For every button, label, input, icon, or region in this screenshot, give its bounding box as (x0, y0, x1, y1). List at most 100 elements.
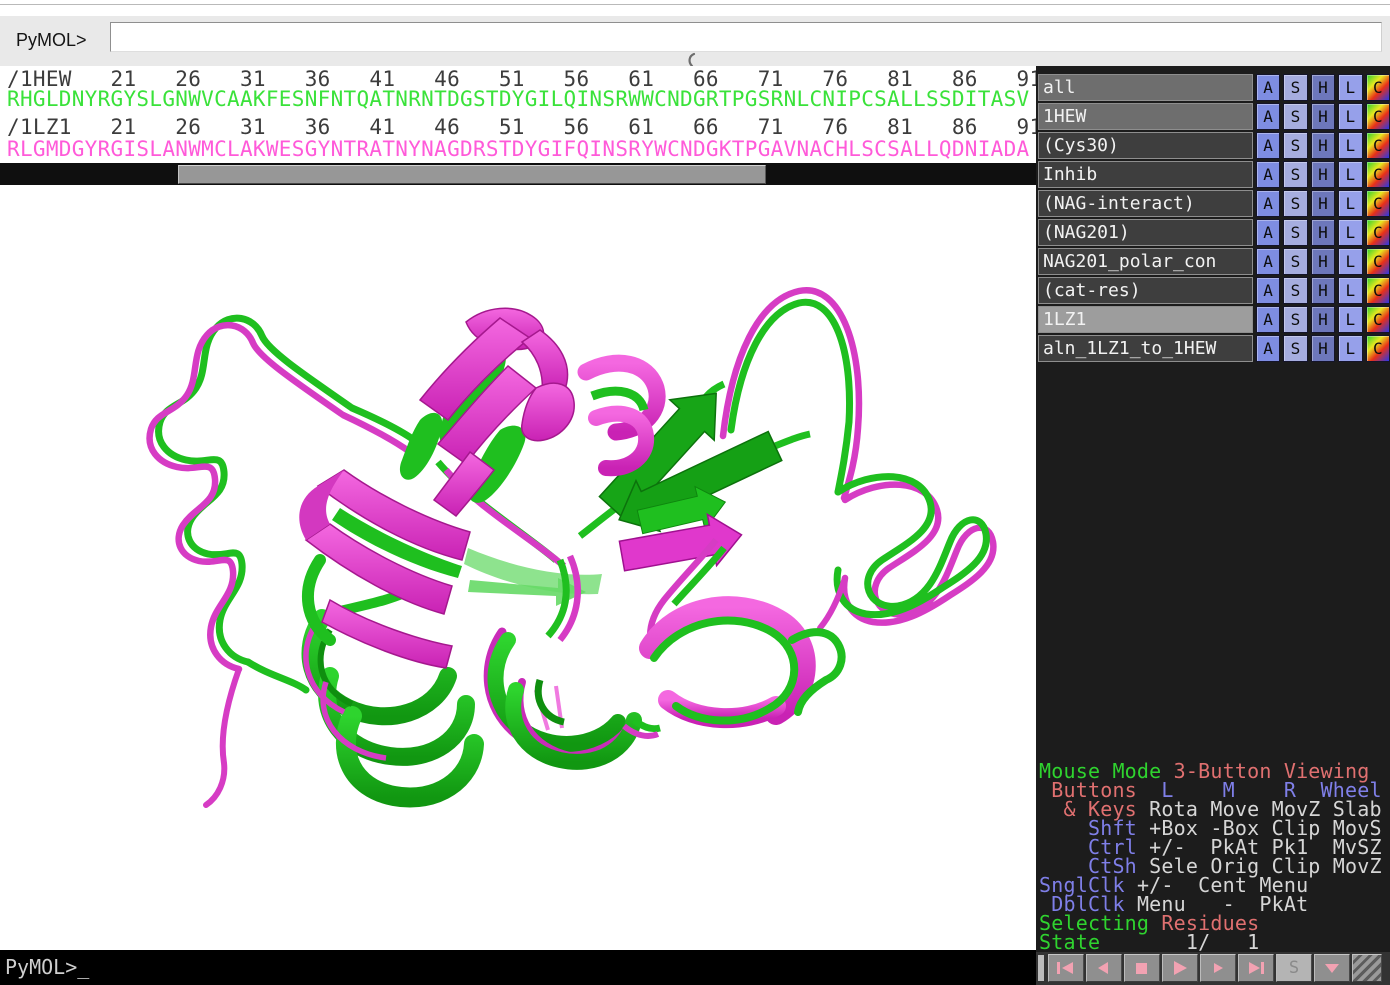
c-menu-button[interactable]: C (1366, 335, 1390, 362)
s-menu-button[interactable]: S (1283, 103, 1307, 130)
a-menu-button[interactable]: A (1256, 103, 1280, 130)
object-name[interactable]: (NAG201) (1038, 219, 1253, 246)
c-menu-button[interactable]: C (1366, 190, 1390, 217)
end-button[interactable] (1238, 954, 1274, 982)
object-name[interactable]: all (1038, 74, 1253, 101)
c-menu-button[interactable]: C (1366, 277, 1390, 304)
sequence-1HEW[interactable]: RHGLDNYRGYSLGNWVCAAKFESNFNTQATNRNTDGSTDY… (7, 89, 1030, 109)
object-name[interactable]: (NAG-interact) (1038, 190, 1253, 217)
h-menu-button[interactable]: H (1311, 161, 1335, 188)
sequence-1LZ1[interactable]: RLGMDGYRGISLANWMCLAKWESGYNTRATNYNAGDRSTD… (7, 139, 1030, 159)
window-top-strip (0, 0, 1390, 16)
s-menu-button[interactable]: S (1283, 219, 1307, 246)
a-menu-button[interactable]: A (1256, 277, 1280, 304)
l-menu-button[interactable]: L (1338, 335, 1362, 362)
a-menu-button[interactable]: A (1256, 335, 1280, 362)
help-line: State 1/ 1 (1039, 933, 1389, 952)
mouse-mode-help: Mouse Mode 3-Button Viewing Buttons L M … (1039, 762, 1389, 952)
a-menu-button[interactable]: A (1256, 190, 1280, 217)
object-name[interactable]: NAG201_polar_con (1038, 248, 1253, 275)
pymol-prompt-label: PyMOL> (16, 30, 87, 51)
h-menu-button[interactable]: H (1311, 248, 1335, 275)
sequence-scrollbar-thumb[interactable] (178, 165, 766, 184)
object-row-1hew: 1HEWASHLC (1036, 102, 1390, 131)
c-menu-button[interactable]: C (1366, 161, 1390, 188)
a-menu-button[interactable]: A (1256, 74, 1280, 101)
playback-buttons: S (1048, 954, 1384, 982)
a-menu-button[interactable]: A (1256, 248, 1280, 275)
forward-button[interactable] (1200, 954, 1236, 982)
c-menu-button[interactable]: C (1366, 132, 1390, 159)
playback-bar: S (1036, 952, 1390, 985)
s-menu-button[interactable]: S (1283, 277, 1307, 304)
protein-cartoon-overlay (0, 66, 1036, 950)
object-row--cat-res-: (cat-res)ASHLC (1036, 276, 1390, 305)
console-prompt: PyMOL>_ (5, 950, 89, 985)
object-row-1lz1: 1LZ1ASHLC (1036, 305, 1390, 334)
object-row-all: allASHLC (1036, 73, 1390, 102)
object-panel: allASHLC1HEWASHLC(Cys30)ASHLCInhibASHLC(… (1036, 66, 1390, 985)
s-menu-button[interactable]: S (1283, 132, 1307, 159)
s-menu-button[interactable]: S (1283, 161, 1307, 188)
c-menu-button[interactable]: C (1366, 74, 1390, 101)
back-button[interactable] (1086, 954, 1122, 982)
s-menu-button[interactable]: S (1283, 248, 1307, 275)
s-menu-button[interactable]: S (1283, 190, 1307, 217)
object-row--nag201-: (NAG201)ASHLC (1036, 218, 1390, 247)
l-menu-button[interactable]: L (1338, 103, 1362, 130)
h-menu-button[interactable]: H (1311, 132, 1335, 159)
object-name[interactable]: Inhib (1038, 161, 1253, 188)
rewind-button[interactable] (1048, 954, 1084, 982)
object-row-aln-1lz1-to-1hew: aln_1LZ1_to_1HEWASHLC (1036, 334, 1390, 363)
l-menu-button[interactable]: L (1338, 161, 1362, 188)
object-row-inhib: InhibASHLC (1036, 160, 1390, 189)
s-menu-button[interactable]: S (1283, 335, 1307, 362)
object-name[interactable]: (Cys30) (1038, 132, 1253, 159)
object-name[interactable]: 1HEW (1038, 103, 1253, 130)
sequence-ruler-1HEW: /1HEW 21 26 31 36 41 46 51 56 61 66 71 7… (7, 69, 1042, 89)
object-row-nag201-polar-con: NAG201_polar_conASHLC (1036, 247, 1390, 276)
h-menu-button[interactable]: H (1311, 277, 1335, 304)
command-input[interactable] (110, 22, 1382, 52)
l-menu-button[interactable]: L (1338, 132, 1362, 159)
divider (0, 4, 1390, 5)
l-menu-button[interactable]: L (1338, 248, 1362, 275)
object-list: allASHLC1HEWASHLC(Cys30)ASHLCInhibASHLC(… (1036, 73, 1390, 363)
a-menu-button[interactable]: A (1256, 219, 1280, 246)
l-menu-button[interactable]: L (1338, 306, 1362, 333)
menu-button[interactable] (1314, 954, 1350, 982)
c-menu-button[interactable]: C (1366, 248, 1390, 275)
a-menu-button[interactable]: A (1256, 132, 1280, 159)
l-menu-button[interactable]: L (1338, 190, 1362, 217)
console-bar: PyMOL>_ (0, 950, 1036, 985)
a-menu-button[interactable]: A (1256, 306, 1280, 333)
playback-drag-tab[interactable] (1038, 955, 1044, 981)
object-row--cys30-: (Cys30)ASHLC (1036, 131, 1390, 160)
h-menu-button[interactable]: H (1311, 219, 1335, 246)
c-menu-button[interactable]: C (1366, 306, 1390, 333)
object-name[interactable]: (cat-res) (1038, 277, 1253, 304)
c-menu-button[interactable]: C (1366, 103, 1390, 130)
s-menu-button[interactable]: S (1283, 306, 1307, 333)
sequence-ruler-1LZ1: /1LZ1 21 26 31 36 41 46 51 56 61 66 71 7… (7, 117, 1042, 137)
l-menu-button[interactable]: L (1338, 74, 1362, 101)
s-menu-button[interactable]: S (1283, 74, 1307, 101)
object-name[interactable]: 1LZ1 (1038, 306, 1253, 333)
sequence-scrollbar[interactable] (0, 163, 1036, 185)
viewport-3d[interactable]: /1HEW 21 26 31 36 41 46 51 56 61 66 71 7… (0, 66, 1036, 950)
h-menu-button[interactable]: H (1311, 335, 1335, 362)
h-menu-button[interactable]: H (1311, 306, 1335, 333)
a-menu-button[interactable]: A (1256, 161, 1280, 188)
h-menu-button[interactable]: H (1311, 190, 1335, 217)
c-menu-button[interactable]: C (1366, 219, 1390, 246)
l-menu-button[interactable]: L (1338, 277, 1362, 304)
l-menu-button[interactable]: L (1338, 219, 1362, 246)
object-row--nag-interact-: (NAG-interact)ASHLC (1036, 189, 1390, 218)
resize-grip[interactable] (1352, 954, 1382, 982)
s-button[interactable]: S (1276, 954, 1312, 982)
play-button[interactable] (1162, 954, 1198, 982)
stop-button[interactable] (1124, 954, 1160, 982)
h-menu-button[interactable]: H (1311, 103, 1335, 130)
h-menu-button[interactable]: H (1311, 74, 1335, 101)
object-name[interactable]: aln_1LZ1_to_1HEW (1038, 335, 1253, 362)
